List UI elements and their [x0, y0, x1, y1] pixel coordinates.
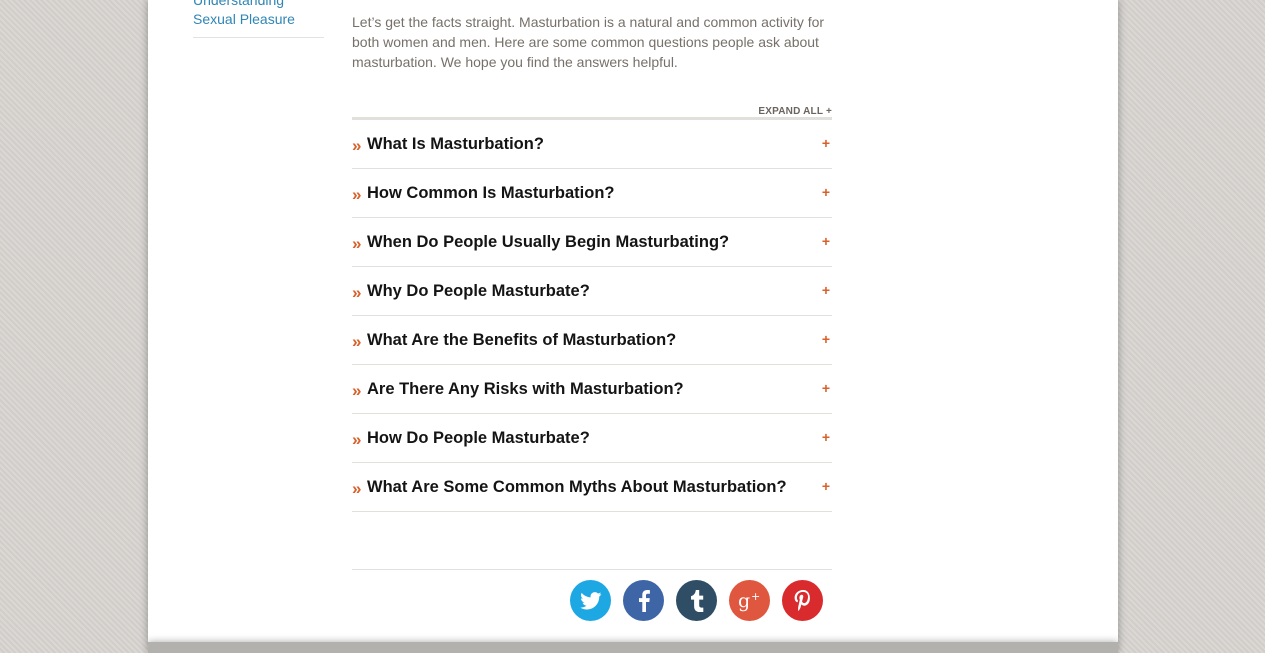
expand-plus-icon[interactable]: + — [822, 184, 830, 200]
expand-plus-icon[interactable]: + — [822, 380, 830, 396]
sidebar-link-line-1: Understanding — [193, 0, 285, 8]
faq-item[interactable]: » How Do People Masturbate? + — [352, 414, 832, 463]
tumblr-icon — [690, 589, 703, 612]
faq-question[interactable]: How Do People Masturbate? — [367, 428, 590, 448]
faq-item[interactable]: » How Common Is Masturbation? + — [352, 169, 832, 218]
faq-item[interactable]: » What Are Some Common Myths About Mastu… — [352, 463, 832, 512]
sidebar-link-line-2: Sexual Pleasure — [193, 11, 295, 27]
sidebar: Understanding Sexual Pleasure — [193, 0, 324, 38]
google-plus-share-button[interactable]: g + — [729, 580, 770, 621]
faq-question[interactable]: What Are the Benefits of Masturbation? — [367, 330, 676, 350]
expand-row: EXPAND ALL + — [352, 101, 832, 117]
bullet-icon: » — [352, 332, 362, 351]
bullet-icon: » — [352, 430, 362, 449]
facebook-icon — [638, 589, 650, 612]
bullet-icon: » — [352, 136, 362, 155]
expand-plus-icon[interactable]: + — [822, 429, 830, 445]
intro-paragraph: Let’s get the facts straight. Masturbati… — [352, 14, 825, 70]
bullet-icon: » — [352, 234, 362, 253]
faq-question[interactable]: Why Do People Masturbate? — [367, 281, 590, 301]
expand-plus-icon[interactable]: + — [822, 478, 830, 494]
faq-question[interactable]: How Common Is Masturbation? — [367, 183, 615, 203]
faq-item[interactable]: » Are There Any Risks with Masturbation?… — [352, 365, 832, 414]
expand-plus-icon[interactable]: + — [822, 331, 830, 347]
pinterest-icon — [794, 589, 810, 611]
twitter-share-button[interactable] — [570, 580, 611, 621]
pinterest-share-button[interactable] — [782, 580, 823, 621]
faq-item[interactable]: » Why Do People Masturbate? + — [352, 267, 832, 316]
faq-question[interactable]: When Do People Usually Begin Masturbatin… — [367, 232, 729, 252]
footer-band — [148, 642, 1118, 653]
google-plus-icon: g + — [738, 590, 760, 612]
expand-plus-icon[interactable]: + — [822, 282, 830, 298]
bullet-icon: » — [352, 381, 362, 400]
faq-accordion: » What Is Masturbation? + » How Common I… — [352, 117, 832, 512]
bullet-icon: » — [352, 479, 362, 498]
faq-item[interactable]: » When Do People Usually Begin Masturbat… — [352, 218, 832, 267]
svg-text:+: + — [751, 590, 760, 603]
faq-item[interactable]: » What Is Masturbation? + — [352, 120, 832, 169]
share-divider — [352, 569, 832, 570]
tumblr-share-button[interactable] — [676, 580, 717, 621]
faq-question[interactable]: What Is Masturbation? — [367, 134, 544, 154]
faq-question[interactable]: What Are Some Common Myths About Masturb… — [367, 477, 787, 497]
main-content: Let’s get the facts straight. Masturbati… — [352, 12, 832, 512]
facebook-share-button[interactable] — [623, 580, 664, 621]
svg-text:g: g — [738, 590, 750, 612]
page-panel: Understanding Sexual Pleasure Let’s get … — [148, 0, 1118, 642]
sidebar-link-understanding-sexual-pleasure[interactable]: Understanding Sexual Pleasure — [193, 0, 324, 38]
bullet-icon: » — [352, 283, 362, 302]
twitter-icon — [579, 591, 601, 609]
faq-question[interactable]: Are There Any Risks with Masturbation? — [367, 379, 684, 399]
expand-plus-icon[interactable]: + — [822, 233, 830, 249]
expand-plus-icon[interactable]: + — [822, 135, 830, 151]
faq-item[interactable]: » What Are the Benefits of Masturbation?… — [352, 316, 832, 365]
bullet-icon: » — [352, 185, 362, 204]
expand-all-button[interactable]: EXPAND ALL + — [758, 106, 832, 117]
